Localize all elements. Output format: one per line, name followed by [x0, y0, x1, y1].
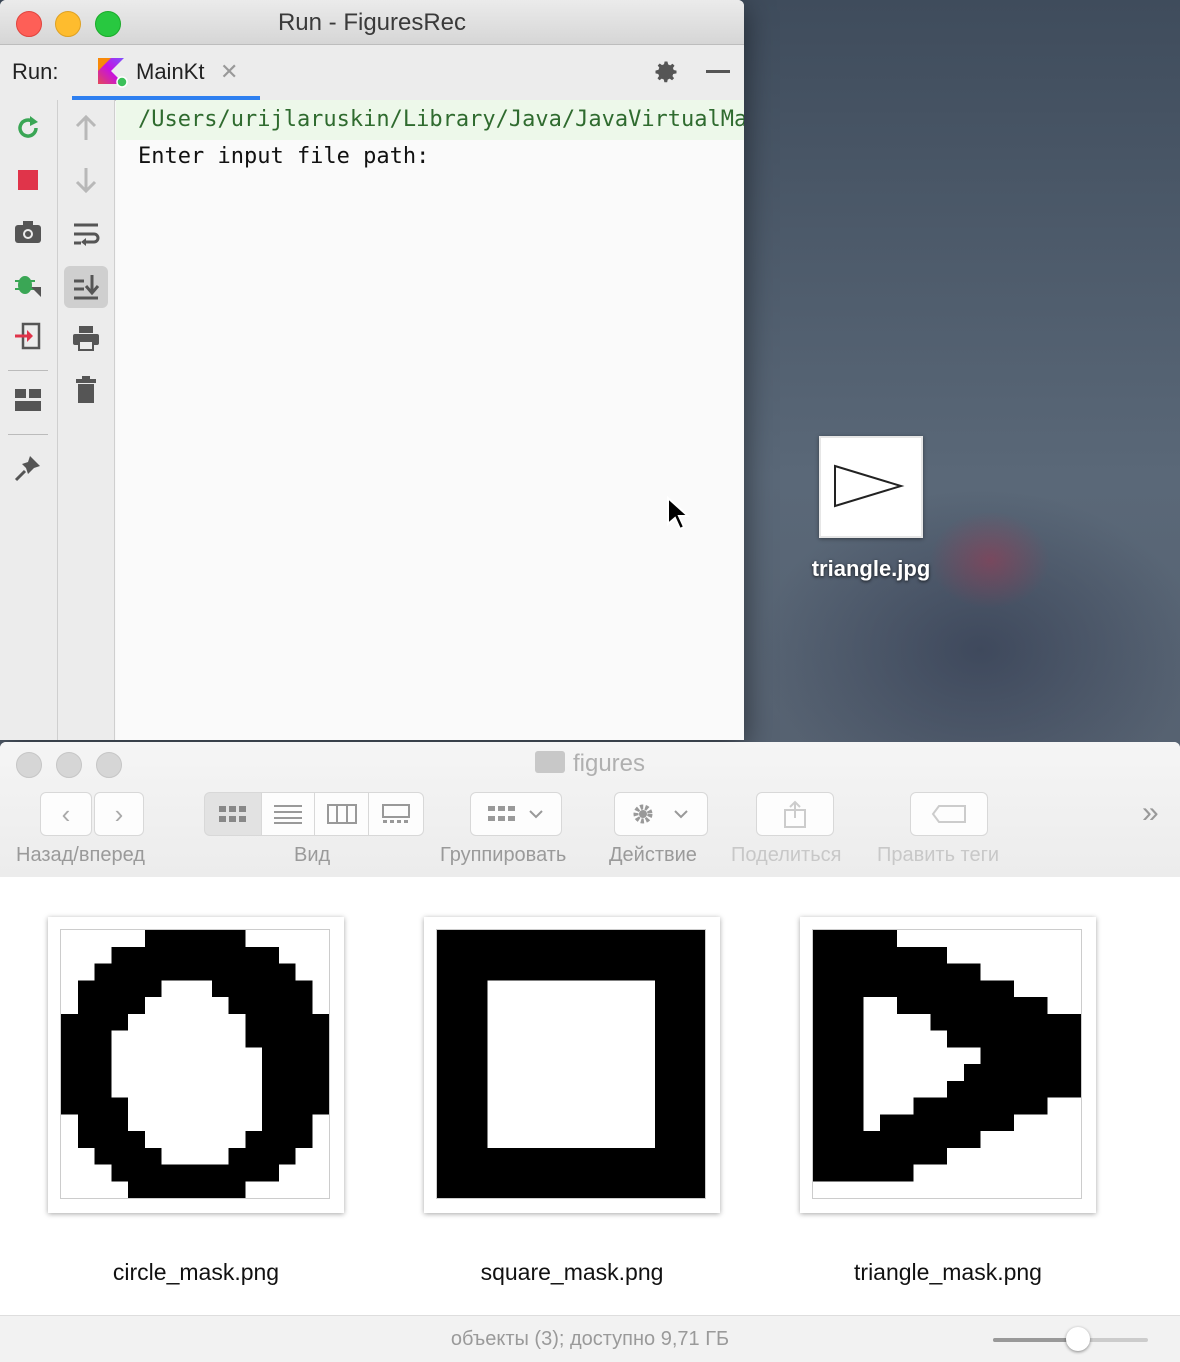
console-output[interactable]: /Users/urijlaruskin/Library/Java/JavaVir… — [116, 100, 744, 740]
file-item-triangle[interactable]: triangle_mask.png — [800, 917, 1096, 1286]
finder-statusbar: объекты (3); доступно 9,71 ГБ — [0, 1315, 1180, 1362]
group-button[interactable] — [470, 792, 562, 836]
login-import-icon[interactable] — [12, 320, 44, 352]
hide-panel-icon[interactable] — [706, 70, 730, 73]
arrow-down-icon[interactable] — [70, 164, 102, 196]
run-left-toolbar — [0, 100, 58, 740]
run-label: Run: — [12, 59, 59, 84]
trash-icon[interactable] — [70, 374, 102, 406]
action-label: Действие — [609, 844, 697, 866]
back-button[interactable]: ‹ — [40, 792, 92, 836]
desktop-file-triangle[interactable]: triangle.jpg — [812, 436, 958, 582]
scroll-to-end-icon[interactable] — [64, 266, 108, 308]
share-label: Поделиться — [731, 844, 842, 866]
file-item-square[interactable]: square_mask.png — [424, 917, 720, 1286]
icon-view-button[interactable] — [204, 792, 262, 836]
mouse-pointer-icon — [667, 496, 690, 531]
edit-tags-label: Править теги — [877, 844, 1000, 866]
share-button[interactable] — [756, 792, 834, 836]
icon-size-slider[interactable] — [993, 1327, 1148, 1351]
arrow-up-icon[interactable] — [70, 112, 102, 144]
toolbar-divider — [8, 370, 48, 371]
rerun-icon[interactable] — [12, 112, 44, 144]
pin-icon[interactable] — [12, 452, 44, 484]
debug-attach-icon[interactable] — [12, 268, 44, 300]
console-command-line: /Users/urijlaruskin/Library/Java/JavaVir… — [116, 100, 744, 140]
finder-toolbar: figures ‹ › Назад/вперед Вид Группироват… — [0, 742, 1180, 878]
finder-title-text: figures — [572, 750, 646, 777]
run-secondary-toolbar — [58, 100, 115, 740]
soft-wrap-icon[interactable] — [70, 218, 102, 250]
close-tab-icon[interactable]: ✕ — [220, 59, 238, 85]
file-thumbnail — [48, 917, 344, 1213]
group-label: Группировать — [440, 844, 567, 866]
toolbar-divider — [8, 434, 48, 435]
action-button[interactable] — [614, 792, 708, 836]
finder-title: figures — [0, 750, 1180, 778]
view-label: Вид — [294, 844, 331, 866]
layout-icon[interactable] — [12, 384, 44, 416]
run-window: Run - FiguresRec Run: MainKt ✕ /Users/ur… — [0, 0, 744, 740]
triangle-image — [834, 464, 905, 508]
triangle-mask-image — [813, 930, 1081, 1198]
circle-mask-image — [61, 930, 329, 1198]
camera-icon[interactable] — [12, 216, 44, 248]
file-name: triangle_mask.png — [854, 1259, 1042, 1285]
forward-button[interactable]: › — [94, 792, 144, 836]
file-thumbnail — [424, 917, 720, 1213]
desktop-file-thumbnail — [819, 436, 923, 538]
file-item-circle[interactable]: circle_mask.png — [48, 917, 344, 1286]
finder-window: figures ‹ › Назад/вперед Вид Группироват… — [0, 742, 1180, 1362]
tab-label: MainKt — [136, 59, 205, 84]
file-name: square_mask.png — [480, 1259, 664, 1285]
folder-icon — [534, 751, 565, 773]
square-mask-image — [437, 930, 705, 1198]
window-title: Run - FiguresRec — [277, 9, 467, 36]
gear-icon[interactable] — [652, 58, 680, 86]
file-grid: circle_mask.png square_mask.png triangle… — [0, 877, 1180, 1315]
run-titlebar[interactable]: Run - FiguresRec — [0, 0, 744, 45]
file-thumbnail — [800, 917, 1096, 1213]
print-icon[interactable] — [70, 322, 102, 354]
overflow-chevron-icon[interactable]: » — [1142, 796, 1159, 830]
gallery-view-button[interactable] — [368, 792, 424, 836]
stop-icon[interactable] — [12, 164, 44, 196]
console-prompt-line: Enter input file path: — [138, 144, 430, 169]
column-view-button[interactable] — [314, 792, 369, 836]
list-view-button[interactable] — [261, 792, 315, 836]
kotlin-icon — [98, 58, 128, 88]
tab-mainkt[interactable]: MainKt ✕ — [72, 45, 260, 100]
run-tabbar: Run: MainKt ✕ — [0, 45, 744, 101]
file-name: circle_mask.png — [112, 1259, 280, 1285]
desktop-file-label: triangle.jpg — [811, 556, 931, 581]
edit-tags-button[interactable] — [910, 792, 988, 836]
back-forward-label: Назад/вперед — [16, 844, 145, 866]
